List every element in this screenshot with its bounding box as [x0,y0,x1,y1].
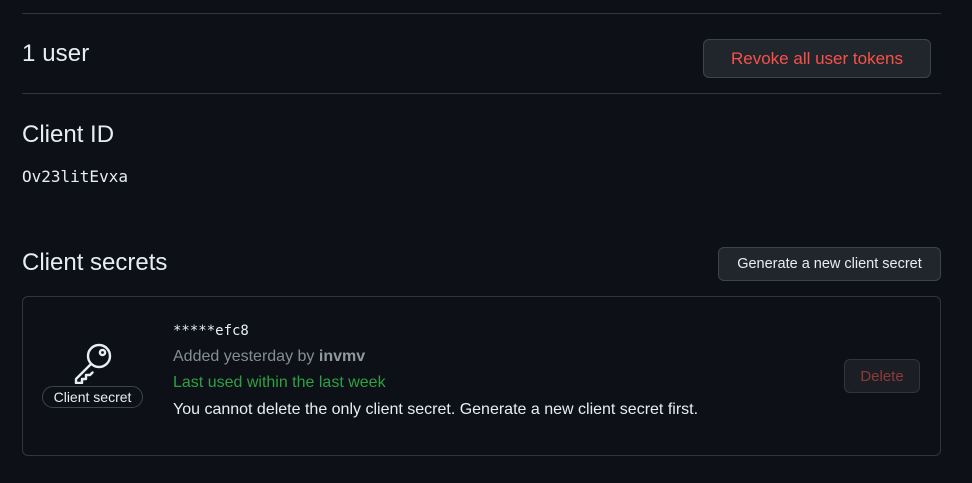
oauth-app-settings: 1 user Revoke all user tokens Client ID … [0,0,972,483]
delete-client-secret-button[interactable]: Delete [844,359,920,393]
client-secret-last-used: Last used within the last week [173,374,386,391]
users-label: user [42,40,90,67]
client-secret-card [22,296,941,456]
users-divider [22,93,941,94]
added-by-user: invmv [318,348,366,365]
key-icon [74,343,112,384]
client-secret-masked-value: *****efc8 [173,323,249,339]
client-secrets-title: Client secrets [22,249,168,276]
client-secret-badge: Client secret [42,386,143,408]
client-secret-added-info: Added yesterday by invmv [173,348,365,366]
top-divider [22,13,941,14]
client-id-value: Ov23litEvxa [22,167,128,186]
added-prefix: Added yesterday by [173,348,315,365]
users-count-heading: 1 user [22,40,89,68]
revoke-all-user-tokens-button[interactable]: Revoke all user tokens [703,39,931,78]
client-secret-delete-note: You cannot delete the only client secret… [173,401,699,418]
client-id-title: Client ID [22,121,115,148]
users-count: 1 [22,40,36,67]
generate-client-secret-button[interactable]: Generate a new client secret [718,247,941,281]
